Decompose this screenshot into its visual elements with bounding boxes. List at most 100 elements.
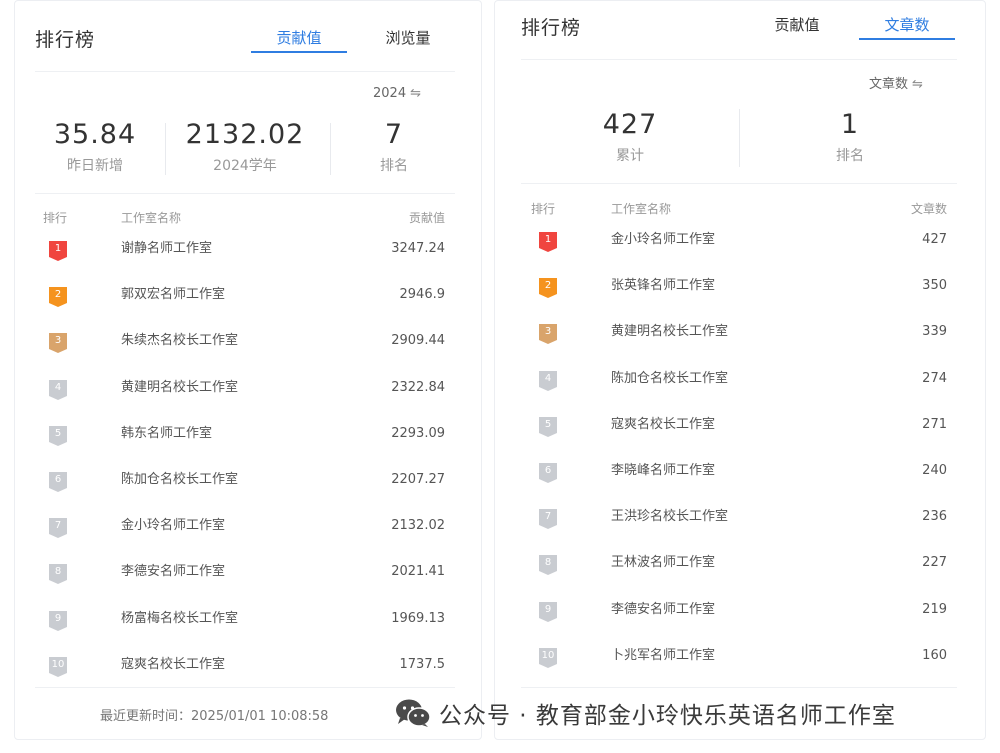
rank-badge: 6 — [49, 472, 67, 492]
table-row[interactable]: 3 朱续杰名校长工作室 2909.44 — [15, 333, 481, 379]
stat-label: 排名 — [380, 158, 408, 174]
rank-badge: 3 — [49, 333, 67, 354]
wechat-watermark: 公众号 · 教育部金小玲快乐英语名师工作室 — [395, 696, 896, 730]
table-row[interactable]: 7 金小玲名师工作室 2132.02 — [15, 518, 481, 564]
active-tab-indicator — [251, 51, 347, 53]
score-value: 2322.84 — [391, 379, 445, 395]
score-value: 271 — [922, 416, 947, 432]
type-selector-value: 文章数 — [869, 77, 909, 92]
score-value: 240 — [922, 463, 947, 478]
stat-rank: 7 排名 — [335, 119, 453, 175]
score-value: 160 — [922, 647, 947, 663]
stat-label: 排名 — [836, 148, 864, 164]
studio-name: 黄建明名校长工作室 — [121, 379, 239, 395]
studio-name: 王洪珍名校长工作室 — [611, 509, 729, 525]
stat-value: 2132.02 — [185, 119, 305, 150]
table-row[interactable]: 8 王林波名师工作室 227 — [495, 555, 985, 601]
studio-name: 寇爽名校长工作室 — [121, 656, 226, 672]
rank-badge: 7 — [539, 509, 557, 530]
stat-label: 累计 — [616, 148, 644, 164]
rank-badge: 5 — [539, 416, 557, 437]
table-row[interactable]: 4 陈加仓名校长工作室 274 — [495, 370, 985, 417]
rank-badge: 7 — [49, 518, 67, 539]
rank-badge: 9 — [539, 601, 557, 622]
studio-name: 朱续杰名校长工作室 — [121, 333, 239, 349]
table-row[interactable]: 6 李晓峰名师工作室 240 — [495, 463, 985, 509]
tab-contribution[interactable]: 贡献值 — [251, 27, 347, 48]
tab-views[interactable]: 浏览量 — [360, 27, 456, 48]
type-selector[interactable]: 文章数 ⇋ — [869, 73, 923, 92]
col-header-name: 工作室名称 — [611, 202, 672, 216]
studio-name: 金小玲名师工作室 — [121, 518, 226, 534]
studio-name: 李德安名师工作室 — [611, 601, 716, 617]
table-row[interactable]: 4 黄建明名校长工作室 2322.84 — [15, 379, 481, 426]
rank-badge: 1 — [49, 241, 67, 261]
studio-name: 王林波名师工作室 — [611, 555, 716, 571]
table-row[interactable]: 9 李德安名师工作室 219 — [495, 601, 985, 648]
studio-name: 张英锋名师工作室 — [611, 278, 716, 294]
rank-badge: 5 — [49, 425, 67, 446]
studio-name: 李晓峰名师工作室 — [611, 463, 716, 478]
last-updated-text: 最近更新时间：2025/01/01 10:08:58 — [100, 709, 329, 724]
stat-yesterday-new: 35.84 昨日新增 — [35, 119, 155, 175]
studio-name: 陈加仓名校长工作室 — [611, 370, 729, 386]
studio-name: 寇爽名校长工作室 — [611, 416, 716, 432]
rank-badge: 9 — [49, 610, 67, 631]
score-value: 1737.5 — [399, 656, 446, 672]
stat-divider — [330, 123, 331, 175]
divider — [521, 183, 957, 184]
table-row[interactable]: 7 王洪珍名校长工作室 236 — [495, 509, 985, 555]
table-row[interactable]: 5 寇爽名校长工作室 271 — [495, 416, 985, 463]
studio-name: 郭双宏名师工作室 — [121, 287, 226, 303]
table-row[interactable]: 9 杨富梅名校长工作室 1969.13 — [15, 610, 481, 657]
panel-title: 排行榜 — [521, 17, 582, 39]
table-row[interactable]: 2 郭双宏名师工作室 2946.9 — [15, 287, 481, 333]
tab-contribution[interactable]: 贡献值 — [749, 14, 845, 35]
divider — [35, 687, 455, 688]
rank-badge: 2 — [49, 287, 67, 308]
year-selector-value: 2024 — [373, 86, 407, 101]
contribution-ranking-panel: 排行榜 贡献值 浏览量 2024 ⇋ 35.84 昨日新增 2132.02 202… — [14, 0, 482, 740]
tab-articles[interactable]: 文章数 — [859, 14, 955, 35]
score-value: 227 — [922, 555, 947, 571]
stat-value: 35.84 — [53, 119, 137, 150]
table-row[interactable]: 8 李德安名师工作室 2021.41 — [15, 564, 481, 610]
stat-divider — [165, 123, 166, 175]
score-value: 2909.44 — [391, 333, 445, 349]
stat-school-year: 2132.02 2024学年 — [170, 119, 320, 175]
swap-icon: ⇋ — [410, 86, 421, 101]
stat-value: 1 — [840, 109, 860, 140]
rank-badge: 8 — [539, 555, 557, 576]
table-row[interactable]: 3 黄建明名校长工作室 339 — [495, 324, 985, 370]
table-row[interactable]: 1 谢静名师工作室 3247.24 — [15, 241, 481, 287]
year-selector[interactable]: 2024 ⇋ — [373, 86, 421, 101]
col-header-value: 文章数 — [910, 202, 947, 216]
table-row[interactable]: 1 金小玲名师工作室 427 — [495, 232, 985, 278]
col-header-rank: 排行 — [43, 211, 68, 225]
col-header-value: 贡献值 — [408, 211, 445, 225]
score-value: 2021.41 — [391, 564, 445, 580]
score-value: 2293.09 — [391, 425, 445, 441]
studio-name: 卜兆军名师工作室 — [611, 647, 716, 663]
divider — [35, 71, 455, 72]
score-value: 2207.27 — [391, 472, 445, 487]
score-value: 3247.24 — [391, 241, 445, 256]
divider — [35, 193, 455, 194]
table-row[interactable]: 5 韩东名师工作室 2293.09 — [15, 425, 481, 472]
rank-badge: 4 — [539, 370, 557, 391]
divider — [521, 687, 957, 688]
stat-label: 昨日新增 — [67, 158, 123, 174]
stat-divider — [739, 109, 740, 167]
score-value: 2132.02 — [391, 518, 445, 534]
score-value: 236 — [922, 509, 947, 525]
rank-badge: 10 — [539, 647, 557, 668]
table-row[interactable]: 2 张英锋名师工作室 350 — [495, 278, 985, 324]
panel-title: 排行榜 — [35, 29, 96, 51]
studio-name: 李德安名师工作室 — [121, 564, 226, 580]
studio-name: 杨富梅名校长工作室 — [121, 610, 239, 626]
table-row[interactable]: 6 陈加仓名校长工作室 2207.27 — [15, 472, 481, 518]
stat-value: 7 — [384, 119, 404, 150]
score-value: 427 — [922, 232, 947, 247]
article-ranking-panel: 排行榜 贡献值 文章数 文章数 ⇋ 427 累计 1 排名 排行 工作室名称 文章… — [494, 0, 986, 740]
studio-name: 金小玲名师工作室 — [611, 232, 716, 247]
